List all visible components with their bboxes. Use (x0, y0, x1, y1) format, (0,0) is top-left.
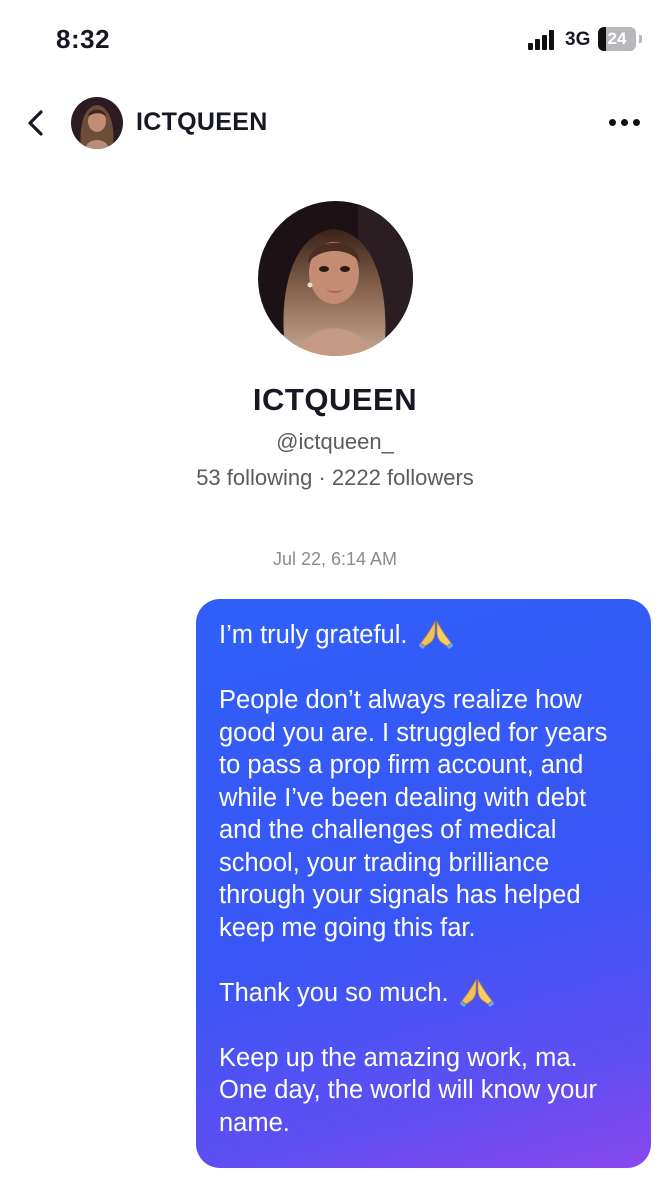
battery-cap (639, 35, 642, 43)
header-title[interactable]: ICTQUEEN (136, 108, 268, 137)
profile-handle: @ictqueen_ (276, 429, 394, 454)
profile-name: ICTQUEEN (252, 382, 418, 417)
battery-icon: 24 (598, 27, 636, 51)
message-timestamp: Jul 22, 6:14 AM (272, 549, 398, 569)
profile-avatar[interactable] (258, 201, 413, 356)
more-horizontal-icon[interactable] (606, 117, 642, 129)
profile-stats: 53 following · 2222 followers (196, 465, 474, 490)
status-bar: 8:32 3G 24 (0, 0, 670, 80)
status-time: 8:32 (56, 24, 111, 54)
praying-hands-icon (459, 978, 494, 1007)
network-type: 3G (565, 29, 591, 50)
message-paragraph: People don’t always realize how good you… (219, 686, 608, 942)
chevron-left-icon[interactable] (22, 108, 52, 138)
praying-hands-icon (418, 620, 453, 649)
message-paragraph: Keep up the amazing work, ma. One day, t… (219, 1043, 597, 1137)
cell-signal-icon (528, 30, 558, 50)
chat-header: ICTQUEEN (0, 92, 670, 154)
message-paragraph: Thank you so much. (219, 977, 631, 1010)
message-text: Thank you so much. (219, 978, 449, 1007)
message-bubble[interactable]: I’m truly grateful. People don’t always … (196, 599, 651, 1168)
message-text: I’m truly grateful. (219, 621, 408, 649)
battery-level: 24 (607, 29, 627, 48)
header-avatar[interactable] (71, 97, 123, 149)
message-paragraph: I’m truly grateful. (219, 619, 631, 652)
